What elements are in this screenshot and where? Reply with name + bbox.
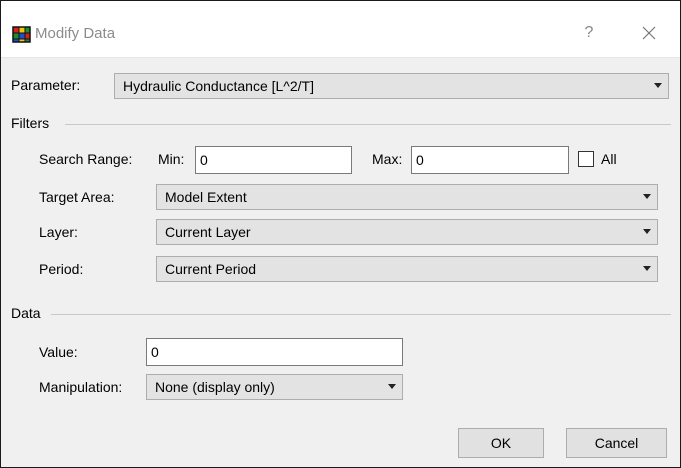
chevron-down-icon — [643, 266, 651, 271]
chevron-down-icon — [654, 83, 662, 88]
manipulation-dropdown[interactable]: None (display only) — [146, 374, 403, 400]
window-title: Modify Data — [35, 25, 116, 42]
period-dropdown[interactable]: Current Period — [156, 256, 658, 282]
parameter-value: Hydraulic Conductance [L^2/T] — [123, 78, 314, 94]
period-label: Period: — [39, 261, 84, 277]
data-group-label: Data — [11, 305, 41, 321]
min-label: Min: — [158, 151, 185, 167]
filters-divider — [65, 124, 671, 125]
parameter-label: Parameter: — [11, 77, 81, 93]
max-field[interactable]: 0 — [411, 146, 569, 174]
all-checkbox[interactable] — [578, 151, 594, 167]
filters-group-label: Filters — [11, 115, 50, 131]
min-field[interactable]: 0 — [195, 146, 352, 174]
title-bar: Modify Data ? — [1, 1, 680, 58]
manipulation-value: None (display only) — [155, 379, 275, 395]
layer-value: Current Layer — [165, 224, 251, 240]
data-divider — [51, 314, 671, 315]
value-field[interactable]: 0 — [146, 338, 403, 366]
close-icon[interactable] — [635, 19, 663, 47]
modify-data-app-icon — [12, 26, 31, 43]
manipulation-label: Manipulation: — [39, 379, 123, 395]
target-area-label: Target Area: — [39, 189, 115, 205]
period-value: Current Period — [165, 261, 257, 277]
chevron-down-icon — [643, 229, 651, 234]
search-range-label: Search Range: — [39, 151, 133, 167]
value-label: Value: — [39, 344, 78, 360]
help-button[interactable]: ? — [577, 21, 601, 45]
ok-button[interactable]: OK — [458, 428, 544, 458]
modify-data-dialog: Modify Data ? Parameter: Hydraulic Condu… — [0, 0, 681, 468]
chevron-down-icon — [388, 384, 396, 389]
target-area-dropdown[interactable]: Model Extent — [156, 184, 658, 210]
parameter-dropdown[interactable]: Hydraulic Conductance [L^2/T] — [114, 73, 669, 99]
chevron-down-icon — [643, 194, 651, 199]
layer-dropdown[interactable]: Current Layer — [156, 219, 658, 245]
cancel-button[interactable]: Cancel — [566, 428, 667, 458]
layer-label: Layer: — [39, 224, 78, 240]
max-label: Max: — [372, 151, 403, 167]
target-area-value: Model Extent — [165, 189, 247, 205]
all-label: All — [601, 151, 617, 167]
